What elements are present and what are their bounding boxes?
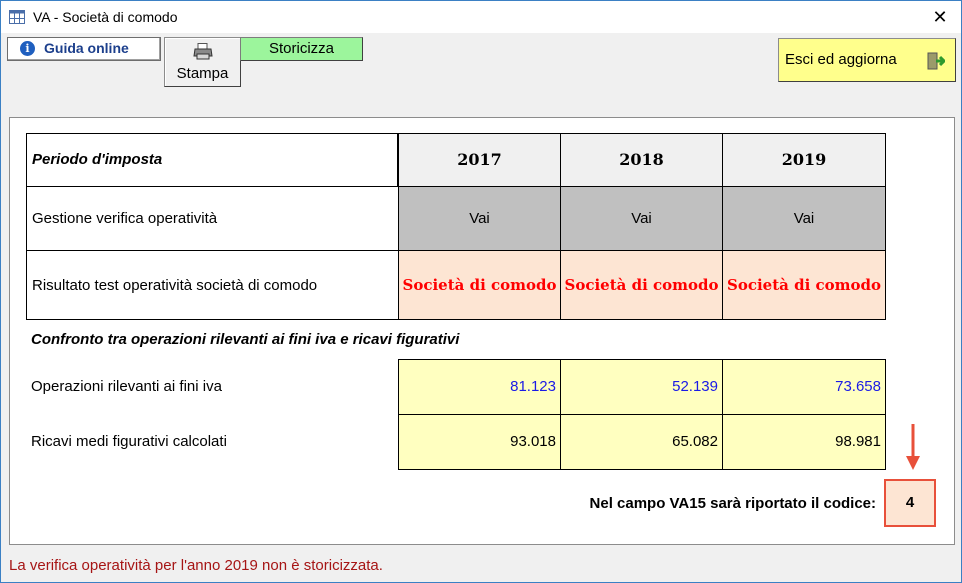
- info-icon: i: [20, 41, 35, 56]
- confronto-header: Confronto tra operazioni rilevanti ai fi…: [31, 331, 460, 348]
- arrow-down-icon: [906, 424, 920, 470]
- guida-online-button[interactable]: i Guida online: [7, 37, 161, 61]
- stampa-button[interactable]: Stampa: [164, 37, 241, 87]
- stampa-label: Stampa: [176, 65, 229, 82]
- code-label: Nel campo VA15 sarà riportato il codice:: [589, 495, 876, 512]
- year-2017: 2017: [398, 133, 561, 187]
- operazioni-2017: 81.123: [398, 359, 561, 415]
- year-2019: 2019: [722, 133, 886, 187]
- period-header: Periodo d'imposta: [32, 151, 163, 168]
- storicizza-button[interactable]: Storicizza: [240, 37, 363, 61]
- ricavi-2019: 98.981: [722, 414, 886, 470]
- status-message: La verifica operatività per l'anno 2019 …: [9, 557, 383, 574]
- risultato-2018: Società di comodo: [560, 250, 723, 320]
- gestione-label-cell: Gestione verifica operatività: [26, 186, 399, 251]
- vai-button-2019[interactable]: Vai: [722, 186, 886, 251]
- code-value: 4: [884, 479, 936, 527]
- exit-door-icon: [927, 52, 945, 70]
- close-button[interactable]: ✕: [923, 3, 957, 31]
- period-header-cell: Periodo d'imposta: [26, 133, 398, 187]
- title-bar: VA - Società di comodo ✕: [1, 1, 961, 33]
- operazioni-label: Operazioni rilevanti ai fini iva: [31, 378, 222, 395]
- year-2018: 2018: [560, 133, 723, 187]
- ricavi-2017: 93.018: [398, 414, 561, 470]
- esci-aggiorna-label: Esci ed aggiorna: [785, 51, 897, 68]
- risultato-label: Risultato test operatività società di co…: [32, 277, 318, 294]
- ricavi-2018: 65.082: [560, 414, 723, 470]
- risultato-2019: Società di comodo: [722, 250, 886, 320]
- esci-aggiorna-button[interactable]: Esci ed aggiorna: [778, 38, 956, 82]
- printer-icon: [193, 43, 213, 60]
- operazioni-2019: 73.658: [722, 359, 886, 415]
- risultato-2017: Società di comodo: [398, 250, 561, 320]
- ricavi-label: Ricavi medi figurativi calcolati: [31, 433, 227, 450]
- guida-online-label: Guida online: [44, 40, 129, 56]
- window-title: VA - Società di comodo: [33, 9, 178, 25]
- gestione-label: Gestione verifica operatività: [32, 210, 218, 227]
- operazioni-2018: 52.139: [560, 359, 723, 415]
- close-icon: ✕: [932, 7, 948, 27]
- vai-button-2017[interactable]: Vai: [398, 186, 561, 251]
- calendar-icon: [9, 10, 25, 24]
- app-window: VA - Società di comodo ✕ i Guida online …: [0, 0, 962, 583]
- vai-button-2018[interactable]: Vai: [560, 186, 723, 251]
- risultato-label-cell: Risultato test operatività società di co…: [26, 250, 399, 320]
